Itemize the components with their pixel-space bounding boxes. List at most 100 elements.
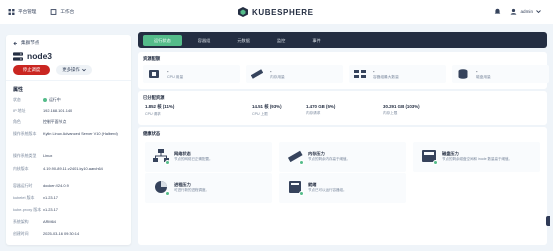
user-menu[interactable]: admin	[494, 8, 541, 15]
check-icon	[299, 160, 304, 165]
check-icon	[165, 191, 170, 196]
memory-limit-value: 30.291 GB (103%)	[383, 104, 420, 109]
disk-usage-label: 磁盘用量	[476, 75, 491, 79]
health-card-desc: 节点已可以运行容器组。	[308, 188, 347, 192]
more-actions-button[interactable]: 更多操作	[56, 65, 92, 75]
attribute-row-kube-proxy: kube-proxy 版本 v1.23.17	[13, 207, 127, 213]
check-icon	[165, 160, 170, 165]
attribute-row-role: 角色 控制平面节点	[13, 119, 127, 125]
check-icon	[299, 191, 304, 196]
user-icon	[511, 8, 517, 15]
health-status-title: 健康状态	[143, 131, 161, 136]
workbench-link[interactable]: 工作台	[50, 9, 74, 15]
resource-usage-section: 资源配额 - CPU 用量 - 内存用量 - 容器组最大数量 - 磁盘用量	[138, 52, 549, 89]
cpu-limit-stat: 14.51 核 (93%) CPU 上限	[252, 104, 282, 117]
top-bar: 平台管理 工作台 KUBESPHERE admin	[0, 0, 553, 24]
back-label: 集群节点	[21, 40, 40, 45]
tab-running-status[interactable]: 运行状态	[143, 34, 182, 46]
attribute-value: 4.19.90-89.11.v2401.ky10.aarch64	[43, 166, 103, 171]
memory-usage-label: 内存用量	[270, 75, 285, 79]
health-card-pid-pressure: 进程压力 可进行新的进程调度。	[145, 173, 272, 203]
platform-management-link[interactable]: 平台管理	[8, 9, 36, 15]
health-card-desc: 节点的网络已正确配置。	[174, 157, 213, 161]
kubesphere-logo-icon	[238, 7, 248, 17]
attribute-value: v1.23.17	[43, 207, 58, 212]
attribute-row-status: 状态 运行中	[13, 97, 127, 103]
health-card-desc: 可进行新的进程调度。	[174, 188, 209, 192]
memory-limit-stat: 30.291 GB (103%) 内存上限	[383, 104, 420, 116]
memory-limit-label: 内存上限	[383, 111, 398, 115]
attribute-row-created: 创建时间 2025-03-16 09:30:14	[13, 231, 127, 237]
attribute-key: 创建时间	[13, 231, 29, 236]
arrow-left-icon	[13, 41, 17, 45]
attribute-value: 控制平面节点	[43, 119, 67, 124]
attribute-value: docker://24.0.9	[43, 183, 69, 188]
disk-usage-stat: - 磁盘用量	[452, 65, 549, 83]
allocated-resources-section: 已分配资源 1.852 核 (11%) CPU 请求 14.51 核 (93%)…	[138, 91, 547, 125]
tab-metadata[interactable]: 元数据	[226, 35, 261, 46]
attribute-value: Kylin Linux Advanced Server V10 (Halberd…	[43, 131, 118, 136]
chevron-down-icon	[536, 10, 541, 14]
stop-scheduling-button[interactable]: 停止调度	[13, 65, 50, 75]
memory-usage-stat: - 内存用量	[246, 65, 343, 83]
workbench-icon	[51, 9, 57, 15]
kubesphere-logo[interactable]: KUBESPHERE	[238, 7, 314, 17]
memory-usage-value: -	[270, 69, 272, 74]
attribute-key: 角色	[13, 119, 21, 124]
resource-usage-title: 资源配额	[143, 56, 161, 61]
memory-request-label: 内存请求	[306, 111, 321, 115]
cpu-usage-label: CPU 用量	[167, 75, 184, 79]
attribute-row-os-type: 操作系统类型 Linux	[13, 153, 127, 159]
health-card-ready: 就绪 节点已可以运行容器组。	[279, 173, 406, 203]
attribute-key: IP 地址	[13, 108, 26, 113]
cpu-limit-value: 14.51 核 (93%)	[252, 104, 282, 109]
node-detail-card: 集群节点 node3 停止调度 更多操作 属性 状态 运行中 IP 地址 192…	[6, 35, 131, 245]
divider	[6, 80, 131, 81]
cpu-request-stat: 1.852 核 (11%) CPU 请求	[145, 104, 174, 117]
attribute-key: 容器运行时	[13, 183, 33, 188]
tab-monitoring[interactable]: 监控	[266, 35, 296, 46]
chevron-down-icon	[81, 68, 86, 72]
workbench-label: 工作台	[60, 9, 75, 14]
detail-tabs: 运行状态 容器组 元数据 监控 事件	[138, 32, 547, 48]
attribute-key: 系统架构	[13, 219, 29, 224]
attribute-value: 2025-03-16 09:30:14	[43, 231, 80, 236]
tab-events[interactable]: 事件	[301, 35, 331, 46]
logo-text: KUBESPHERE	[252, 7, 314, 17]
health-card-desc: 节点的剩余磁盘空间和 inode 数量高于阈值。	[442, 157, 513, 161]
attribute-row-ip: IP 地址 192.168.101.140	[13, 108, 127, 114]
attribute-key: 操作系统类型	[13, 153, 37, 158]
disk-usage-value: -	[476, 69, 478, 74]
back-to-cluster-nodes[interactable]: 集群节点	[13, 40, 39, 46]
cpu-request-label: CPU 请求	[145, 112, 161, 116]
bell-icon[interactable]	[494, 8, 501, 15]
tab-pods[interactable]: 容器组	[187, 35, 222, 46]
attributes-title: 属性	[13, 87, 24, 93]
node-title: node3	[13, 51, 52, 61]
attribute-key: kube-proxy 版本	[13, 207, 42, 212]
attribute-value: v1.23.17	[43, 195, 58, 200]
attribute-row-kubelet: kubelet 版本 v1.23.17	[13, 195, 127, 201]
attribute-value: ARM64	[43, 219, 56, 224]
status-value: 运行中	[49, 97, 61, 102]
health-card-memory-pressure: 内存压力 节点的剩余内存高于阈值。	[279, 142, 406, 172]
memory-request-value: 1.470 GB (5%)	[306, 104, 336, 109]
side-tool-handle[interactable]	[546, 216, 550, 226]
server-icon	[13, 51, 23, 61]
platform-management-label: 平台管理	[18, 9, 37, 14]
attribute-row-kernel: 内核版本 4.19.90-89.11.v2401.ky10.aarch64	[13, 166, 127, 172]
check-icon	[433, 160, 438, 165]
pod-capacity-label: 容器组最大数量	[373, 75, 399, 79]
cpu-limit-label: CPU 上限	[252, 112, 268, 116]
pod-capacity-stat: - 容器组最大数量	[349, 65, 446, 83]
attribute-key: 内核版本	[13, 166, 29, 171]
attribute-row-container-runtime: 容器运行时 docker://24.0.9	[13, 183, 127, 189]
attribute-row-os-version: 操作系统版本 Kylin Linux Advanced Server V10 (…	[13, 131, 127, 137]
attribute-value: 运行中	[43, 97, 127, 103]
health-card-network: 网络状态 节点的网络已正确配置。	[145, 142, 272, 172]
health-status-section: 健康状态 网络状态 节点的网络已正确配置。 内存压力 节点的剩余内存高于阈值。 …	[138, 127, 547, 245]
attribute-value: 192.168.101.140	[43, 108, 73, 113]
more-actions-label: 更多操作	[62, 67, 80, 72]
status-running-icon	[43, 97, 47, 102]
allocated-resources-title: 已分配资源	[143, 95, 165, 100]
